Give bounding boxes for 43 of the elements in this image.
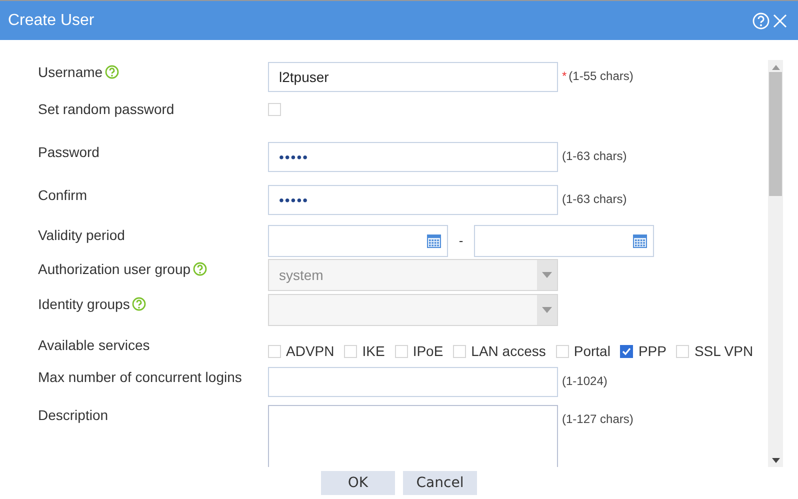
close-icon[interactable]: [772, 12, 788, 28]
field-label: Available services: [38, 337, 150, 353]
input-field[interactable]: •••••: [268, 142, 558, 172]
input-field[interactable]: •••••: [268, 185, 558, 215]
option-label[interactable]: IKE: [362, 343, 385, 359]
help-icon[interactable]: [104, 65, 119, 79]
field-label: Max number of concurrent logins: [38, 369, 242, 385]
hint-text: (1-1024): [562, 374, 608, 388]
date-field[interactable]: [268, 225, 448, 257]
field-label: Username: [38, 64, 103, 80]
dialog-button[interactable]: Cancel: [403, 471, 477, 495]
field-label: Confirm: [38, 187, 88, 203]
calendar-icon[interactable]: [427, 234, 441, 248]
hint-text: (1-127 chars): [562, 412, 634, 426]
input-field[interactable]: [268, 367, 558, 397]
scroll-down-icon[interactable]: [772, 458, 780, 463]
scrollbar[interactable]: [768, 60, 783, 467]
option-label[interactable]: Portal: [574, 343, 610, 359]
checkbox[interactable]: [620, 344, 634, 358]
field-label: Validity period: [38, 227, 125, 243]
field-label: Description: [38, 407, 108, 423]
range-separator: -: [458, 232, 464, 248]
option-label[interactable]: ADVPN: [286, 343, 334, 359]
calendar-icon[interactable]: [633, 234, 647, 248]
option-label[interactable]: PPP: [638, 343, 666, 359]
field-label: Password: [38, 144, 100, 160]
caret-icon: [542, 272, 552, 278]
option-label[interactable]: IPoE: [412, 343, 444, 359]
caret-icon: [542, 307, 552, 313]
hint-text: (1-55 chars): [568, 69, 634, 83]
scroll-up-icon[interactable]: [772, 65, 780, 70]
dialog-button[interactable]: OK: [321, 471, 395, 495]
hint-text: (1-63 chars): [562, 149, 627, 163]
required-mark: *: [562, 69, 567, 83]
field-label: Identity groups: [38, 296, 130, 312]
input-field[interactable]: l2tpuser: [268, 62, 558, 92]
option-label[interactable]: SSL VPN: [694, 343, 754, 359]
hint-text: (1-63 chars): [562, 192, 627, 206]
date-field[interactable]: [474, 225, 654, 257]
field-label: Authorization user group: [38, 261, 191, 277]
option-label[interactable]: LAN access: [471, 343, 546, 359]
field-label: Set random password: [38, 101, 174, 117]
window-title: Create User: [8, 12, 94, 30]
